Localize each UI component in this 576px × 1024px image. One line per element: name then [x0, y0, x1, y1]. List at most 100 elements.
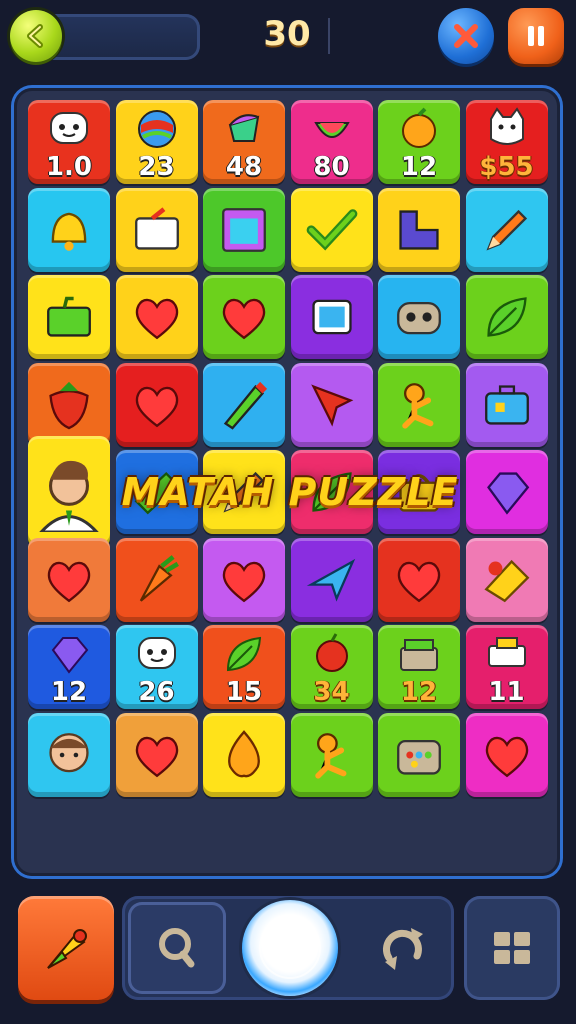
- game-tile[interactable]: 1.0: [28, 100, 110, 184]
- arrow-icon: [310, 383, 353, 427]
- game-tile[interactable]: 12: [378, 625, 460, 709]
- game-tile[interactable]: [465, 537, 548, 622]
- game-tile[interactable]: [378, 537, 460, 622]
- game-tile[interactable]: [28, 187, 110, 272]
- game-tile[interactable]: [290, 537, 373, 622]
- man-avatar-icon: [49, 732, 89, 772]
- tile-value: 12: [400, 677, 438, 707]
- shuffle-button[interactable]: [356, 902, 450, 994]
- game-tile[interactable]: [115, 187, 198, 272]
- plane-icon: [306, 558, 355, 602]
- pause-icon: [528, 26, 544, 46]
- ball-icon: [137, 110, 176, 148]
- top-bar: 30: [0, 0, 576, 80]
- shop-icon: [400, 639, 438, 671]
- tile-value: 1.0: [45, 152, 93, 182]
- game-tile[interactable]: [28, 362, 110, 447]
- heart-icon: [485, 736, 528, 777]
- heart-icon: [47, 561, 91, 602]
- game-tile[interactable]: 26: [115, 625, 198, 709]
- game-tile[interactable]: [290, 187, 373, 272]
- carrot-icon: [139, 554, 179, 602]
- chevron-left-icon: [27, 24, 43, 48]
- heart-icon: [135, 298, 178, 340]
- game-tile[interactable]: [290, 362, 373, 447]
- game-tile[interactable]: [465, 187, 548, 272]
- face-icon: [50, 112, 88, 144]
- checkmark-icon: [306, 208, 357, 251]
- game-tile[interactable]: [465, 362, 548, 447]
- strawberry-icon: [49, 381, 89, 429]
- gem-icon: [486, 472, 529, 515]
- game-tile[interactable]: [465, 450, 548, 534]
- briefcase-icon: [484, 384, 529, 425]
- game-tile[interactable]: [203, 275, 285, 359]
- tile-value: 15: [225, 677, 263, 707]
- game-tile[interactable]: [465, 712, 548, 797]
- grid-menu-icon: [494, 932, 530, 964]
- game-tile[interactable]: 48: [203, 100, 285, 184]
- game-tile[interactable]: 12: [28, 625, 110, 709]
- orange-icon: [402, 107, 436, 148]
- game-tile[interactable]: [28, 712, 110, 797]
- game-tile[interactable]: [203, 712, 285, 797]
- game-tile[interactable]: 12: [378, 100, 460, 184]
- game-tile[interactable]: 34: [290, 625, 373, 709]
- game-tile[interactable]: [28, 436, 110, 548]
- game-tile[interactable]: [203, 187, 285, 272]
- stick-figure-icon: [314, 732, 346, 779]
- game-tile[interactable]: [203, 537, 285, 622]
- game-tile[interactable]: 11: [465, 625, 548, 709]
- tile-value: 48: [225, 152, 263, 182]
- pause-button[interactable]: [508, 8, 564, 64]
- close-button[interactable]: [438, 8, 494, 64]
- leaf-icon: [486, 297, 527, 337]
- tile-value: $55: [479, 152, 534, 182]
- menu-button[interactable]: [464, 896, 560, 1000]
- game-tile[interactable]: [28, 537, 110, 622]
- game-tile[interactable]: [378, 362, 460, 447]
- watermelon-icon: [313, 122, 350, 138]
- game-tile[interactable]: [378, 275, 460, 359]
- close-icon: [454, 24, 478, 48]
- back-button[interactable]: [10, 10, 62, 62]
- printer-icon: [487, 637, 526, 667]
- flame-icon: [228, 729, 260, 777]
- game-tile[interactable]: [290, 712, 373, 797]
- game-tile[interactable]: [115, 537, 198, 622]
- game-tile[interactable]: [378, 187, 460, 272]
- score-divider: [328, 18, 330, 54]
- boy-avatar-icon: [39, 460, 99, 532]
- tile-value: 11: [488, 677, 525, 707]
- center-action-button[interactable]: [242, 900, 338, 996]
- game-tile[interactable]: 23: [115, 100, 198, 184]
- heart-icon: [222, 561, 266, 602]
- game-tile[interactable]: [378, 712, 460, 797]
- marker-icon: [223, 381, 268, 430]
- game-tile[interactable]: $55: [465, 100, 548, 184]
- game-tile[interactable]: [115, 712, 198, 797]
- monitor-icon: [311, 299, 352, 335]
- game-tile[interactable]: [203, 362, 285, 447]
- game-title-banner: MATAH PUZZLE: [121, 470, 459, 514]
- stick-figure-icon: [402, 382, 434, 429]
- game-tile[interactable]: [290, 275, 373, 359]
- bell-icon: [51, 212, 87, 251]
- game-tile[interactable]: 80: [290, 100, 373, 184]
- tile-value: 26: [138, 677, 175, 707]
- toolbox-icon: [397, 739, 441, 775]
- tile-value: 80: [313, 152, 350, 182]
- game-tile[interactable]: [115, 275, 198, 359]
- game-tile[interactable]: [28, 275, 110, 359]
- game-tile[interactable]: 15: [203, 625, 285, 709]
- heart-icon: [222, 298, 266, 340]
- heart-icon: [397, 561, 441, 602]
- hint-button[interactable]: [128, 902, 226, 994]
- game-tile[interactable]: [115, 362, 198, 447]
- orb-button-icon: [259, 917, 321, 979]
- cake-icon: [483, 559, 529, 602]
- tile-value: 23: [138, 152, 175, 182]
- rocket-booster-button[interactable]: [18, 896, 114, 1000]
- tile-value: 12: [50, 677, 88, 707]
- game-tile[interactable]: [465, 275, 548, 359]
